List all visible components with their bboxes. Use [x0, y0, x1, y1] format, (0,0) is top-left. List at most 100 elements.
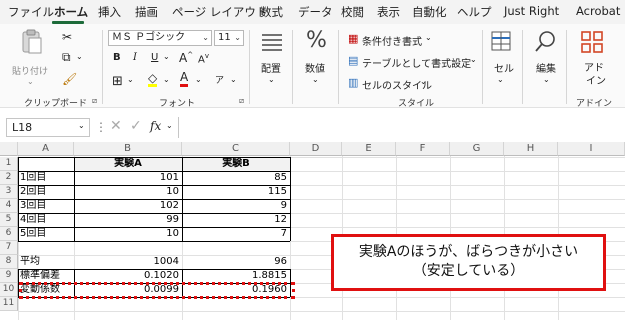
- column-header-g[interactable]: G: [450, 142, 504, 156]
- tab-acrobat[interactable]: Acrobat: [576, 4, 620, 18]
- table-cell-value[interactable]: 102: [74, 199, 182, 213]
- table-cell-value[interactable]: 7: [182, 227, 290, 241]
- font-name-select[interactable]: ＭＳ Ｐゴシック ⌄: [108, 30, 212, 46]
- font-color-dropdown-icon[interactable]: ⌄: [195, 75, 202, 84]
- format-painter-icon[interactable]: 🖌: [62, 72, 77, 86]
- stat-label-stdev[interactable]: 標準偏差: [18, 269, 74, 283]
- phonetic-dropdown-icon[interactable]: ⌄: [230, 75, 237, 84]
- table-cell-value[interactable]: 10: [74, 185, 182, 199]
- table-cell-value[interactable]: 85: [182, 171, 290, 185]
- row-header[interactable]: 10: [0, 283, 18, 297]
- stat-value[interactable]: 1.8815: [182, 269, 290, 283]
- tab-insert[interactable]: 挿入: [98, 4, 121, 20]
- fill-color-dropdown-icon[interactable]: ⌄: [163, 75, 170, 84]
- table-cell-label[interactable]: 4回目: [18, 213, 74, 227]
- fill-color-icon[interactable]: ◇: [148, 72, 158, 87]
- table-cell-value[interactable]: 10: [74, 227, 182, 241]
- table-cell-label[interactable]: 3回目: [18, 199, 74, 213]
- borders-dropdown-icon[interactable]: ⌄: [127, 75, 134, 84]
- tab-data[interactable]: データ: [298, 4, 333, 20]
- clipboard-launcher-icon[interactable]: ⧄: [92, 96, 97, 106]
- number-dropdown-icon[interactable]: ⌄: [312, 75, 319, 84]
- alignment-button[interactable]: 配置: [261, 60, 281, 75]
- tab-page-layout[interactable]: ページ レイアウト: [172, 4, 267, 20]
- table-cell-value[interactable]: 115: [182, 185, 290, 199]
- stat-value[interactable]: 1004: [74, 255, 182, 269]
- spreadsheet-grid[interactable]: A B C D E F G H I 1 2 3 4 5 6 7 8 9 10 1…: [0, 142, 625, 320]
- stat-label-mean[interactable]: 平均: [18, 255, 74, 269]
- underline-button[interactable]: U: [151, 52, 158, 63]
- conditional-format-button[interactable]: 条件付き書式: [362, 33, 422, 48]
- table-header-a[interactable]: 実験A: [74, 157, 182, 171]
- table-header-b[interactable]: 実験B: [182, 157, 290, 171]
- chevron-down-icon[interactable]: ⌄: [470, 55, 477, 64]
- tab-review[interactable]: 校閲: [341, 4, 364, 20]
- format-as-table-button[interactable]: テーブルとして書式設定: [362, 55, 471, 70]
- row-header[interactable]: 6: [0, 227, 18, 241]
- row-header[interactable]: 8: [0, 255, 18, 269]
- row-header[interactable]: 4: [0, 199, 18, 213]
- table-cell-label[interactable]: 1回目: [18, 171, 74, 185]
- callout-box[interactable]: 実験Aのほうが、ばらつきが小さい （安定している）: [331, 234, 606, 291]
- row-header[interactable]: 2: [0, 171, 18, 185]
- insert-function-button[interactable]: fx: [150, 119, 161, 133]
- phonetic-icon[interactable]: ア: [215, 73, 224, 86]
- table-cell-value[interactable]: 101: [74, 171, 182, 185]
- stat-value[interactable]: 96: [182, 255, 290, 269]
- stat-value[interactable]: 0.1020: [74, 269, 182, 283]
- tab-automate[interactable]: 自動化: [412, 4, 447, 20]
- table-cell-label[interactable]: 5回目: [18, 227, 74, 241]
- row-header[interactable]: 1: [0, 157, 18, 171]
- table-cell-label[interactable]: 2回目: [18, 185, 74, 199]
- chevron-down-icon[interactable]: ⌄: [425, 33, 432, 42]
- column-header-f[interactable]: F: [396, 142, 450, 156]
- font-color-icon[interactable]: A: [180, 71, 189, 87]
- formula-input[interactable]: [178, 117, 625, 138]
- row-header[interactable]: 9: [0, 269, 18, 283]
- tab-formulas[interactable]: 数式: [260, 4, 283, 20]
- percent-icon[interactable]: %: [306, 28, 327, 53]
- alignment-icon[interactable]: [260, 30, 284, 54]
- paste-icon[interactable]: [18, 28, 46, 56]
- increase-font-icon[interactable]: A^: [179, 51, 193, 65]
- editing-dropdown-icon[interactable]: ⌄: [543, 75, 550, 84]
- decrease-font-icon[interactable]: Av: [198, 52, 209, 65]
- name-box-dropdown-icon[interactable]: ⌄: [78, 121, 85, 130]
- copy-icon[interactable]: ⧉: [62, 50, 71, 65]
- cut-icon[interactable]: ✂: [62, 30, 72, 44]
- font-launcher-icon[interactable]: ⧄: [239, 96, 244, 106]
- row-header[interactable]: 3: [0, 185, 18, 199]
- alignment-dropdown-icon[interactable]: ⌄: [268, 75, 275, 84]
- paste-button[interactable]: 貼り付け: [12, 64, 48, 77]
- tab-draw[interactable]: 描画: [135, 4, 158, 20]
- more-options-icon[interactable]: ⋮: [95, 120, 107, 134]
- tab-just-right[interactable]: Just Right: [504, 4, 559, 18]
- row-header[interactable]: 5: [0, 213, 18, 227]
- chevron-down-icon[interactable]: ⌄: [420, 77, 427, 86]
- cancel-icon[interactable]: ✕: [110, 118, 122, 134]
- column-header-d[interactable]: D: [290, 142, 342, 156]
- column-header-h[interactable]: H: [504, 142, 558, 156]
- tab-home[interactable]: ホーム: [54, 4, 88, 20]
- row-header[interactable]: 7: [0, 241, 18, 255]
- editing-button[interactable]: 編集: [536, 60, 556, 75]
- tab-file[interactable]: ファイル: [8, 4, 54, 20]
- column-header-c[interactable]: C: [182, 142, 290, 156]
- function-dropdown-icon[interactable]: ⌄: [166, 121, 173, 130]
- table-cell-value[interactable]: 9: [182, 199, 290, 213]
- row-header[interactable]: 11: [0, 297, 18, 311]
- search-icon[interactable]: [533, 30, 557, 54]
- column-header-b[interactable]: B: [74, 142, 182, 156]
- column-header-e[interactable]: E: [342, 142, 396, 156]
- column-header-i[interactable]: I: [558, 142, 625, 156]
- table-cell-value[interactable]: 12: [182, 213, 290, 227]
- cells-dropdown-icon[interactable]: ⌄: [497, 75, 504, 84]
- cells-button[interactable]: セル: [494, 60, 514, 75]
- copy-dropdown-icon[interactable]: ⌄: [76, 52, 83, 61]
- number-button[interactable]: 数値: [305, 60, 325, 75]
- addins-icon[interactable]: [580, 30, 604, 54]
- column-header-a[interactable]: A: [18, 142, 74, 156]
- italic-button[interactable]: I: [133, 52, 137, 63]
- font-size-select[interactable]: 11 ⌄: [214, 30, 244, 46]
- bold-button[interactable]: B: [113, 52, 121, 63]
